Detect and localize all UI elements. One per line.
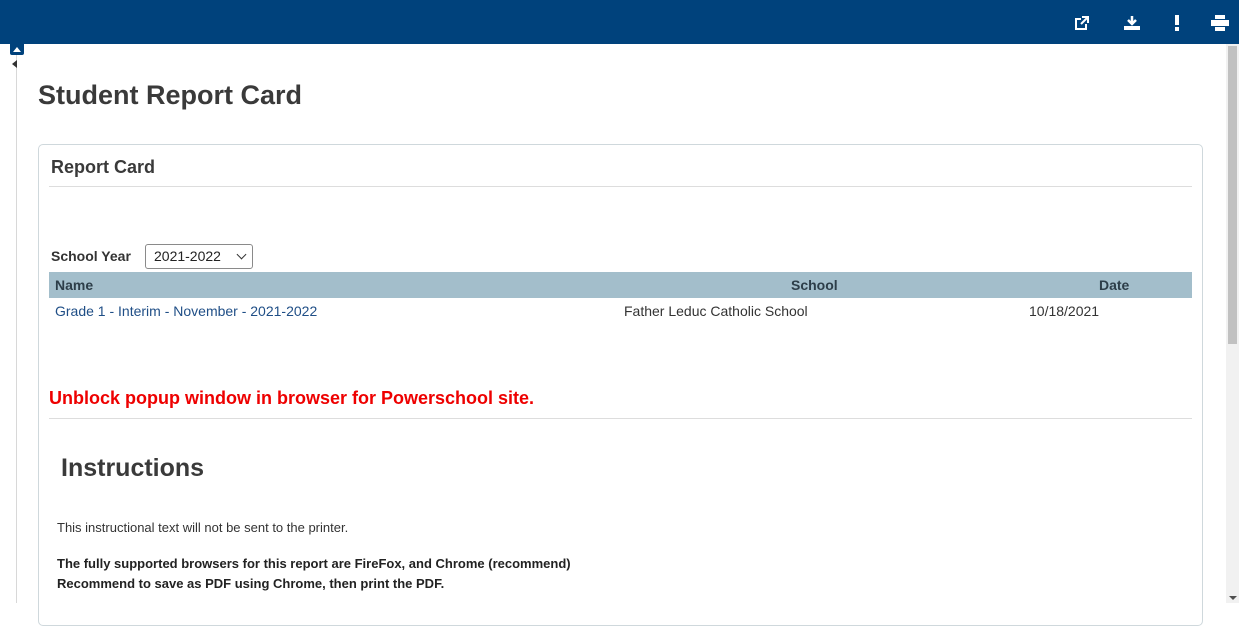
school-cell: Father Leduc Catholic School	[624, 303, 808, 319]
exclamation-icon[interactable]	[1168, 14, 1186, 32]
report-link[interactable]: Grade 1 - Interim - November - 2021-2022	[55, 303, 317, 319]
instructions-title: Instructions	[61, 454, 205, 482]
report-card-box: Report Card School Year 2021-2022 Name S…	[38, 144, 1203, 626]
date-cell: 10/18/2021	[1029, 303, 1100, 319]
report-link-cell: Grade 1 - Interim - November - 2021-2022	[55, 303, 317, 319]
scroll-down-arrow-icon[interactable]	[1229, 596, 1237, 600]
column-header-date[interactable]: Date	[1099, 277, 1129, 293]
download-icon[interactable]	[1123, 14, 1141, 32]
school-year-label: School Year	[51, 248, 131, 264]
box-title: Report Card	[51, 157, 156, 177]
popup-warning: Unblock popup window in browser for Powe…	[49, 388, 535, 408]
collapse-header-button[interactable]	[10, 44, 24, 55]
instructions-browsers: The fully supported browsers for this re…	[57, 556, 571, 571]
school-year-value: 2021-2022	[154, 248, 221, 264]
column-header-name[interactable]: Name	[55, 277, 93, 293]
scrollbar-thumb[interactable]	[1228, 46, 1237, 344]
divider	[49, 186, 1192, 187]
nav-toggle-icon[interactable]	[10, 58, 20, 70]
top-toolbar	[0, 0, 1239, 44]
sidebar-edge	[0, 44, 17, 603]
divider	[49, 418, 1192, 419]
column-header-school[interactable]: School	[791, 277, 838, 293]
instructions-note: This instructional text will not be sent…	[57, 520, 349, 535]
vertical-scrollbar[interactable]	[1226, 44, 1239, 603]
print-icon[interactable]	[1211, 14, 1229, 32]
page-title: Student Report Card	[38, 80, 303, 110]
school-year-select[interactable]: 2021-2022	[145, 244, 253, 269]
open-new-window-icon[interactable]	[1073, 14, 1091, 32]
chevron-down-icon	[236, 249, 247, 260]
instructions-pdf: Recommend to save as PDF using Chrome, t…	[57, 576, 445, 591]
table-row: Grade 1 - Interim - November - 2021-2022…	[49, 298, 1192, 324]
table-header: Name School Date	[49, 272, 1192, 298]
